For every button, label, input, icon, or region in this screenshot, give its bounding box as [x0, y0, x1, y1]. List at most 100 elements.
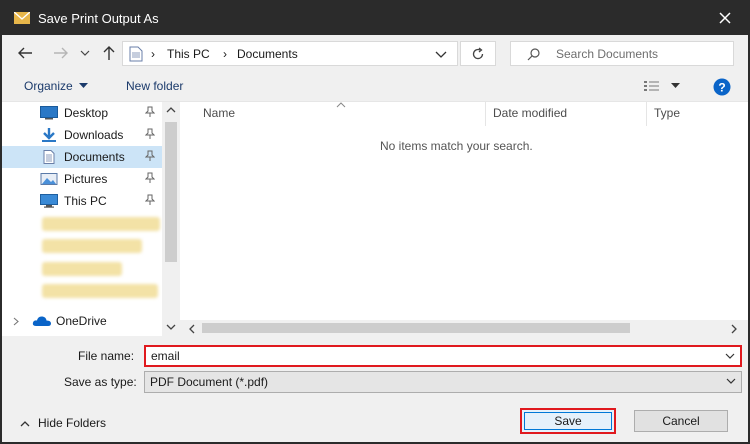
refresh-button[interactable]: [460, 41, 496, 66]
scroll-thumb[interactable]: [202, 323, 630, 333]
save-form: File name: email Save as type: PDF Docum…: [2, 336, 748, 442]
navigation-pane: Desktop Downloads Documents Pictures Thi…: [2, 102, 180, 336]
back-arrow-icon: [18, 47, 32, 59]
sidebar-item-pictures[interactable]: Pictures: [2, 168, 162, 190]
back-button[interactable]: [12, 43, 38, 63]
help-button[interactable]: ?: [713, 78, 731, 99]
breadcrumb-separator-icon: ›: [223, 47, 227, 61]
file-name-value: email: [151, 349, 180, 363]
column-header-type[interactable]: Type: [654, 106, 680, 120]
search-placeholder: Search Documents: [556, 47, 659, 61]
onedrive-icon: [32, 316, 51, 326]
navigation-bar: › This PC › Documents Search Documents: [2, 35, 748, 71]
blurred-folder-item[interactable]: [42, 239, 142, 253]
sort-ascending-icon: [336, 102, 346, 108]
title-bar: Save Print Output As: [2, 2, 748, 35]
pin-icon: [145, 150, 155, 161]
organize-menu[interactable]: Organize: [24, 79, 88, 93]
window-title: Save Print Output As: [38, 11, 159, 26]
pictures-icon: [40, 173, 58, 185]
sidebar-item-label: This PC: [64, 194, 107, 208]
sidebar-item-label: Downloads: [64, 128, 124, 142]
help-icon: ?: [713, 78, 731, 96]
forward-button[interactable]: [48, 43, 74, 63]
breadcrumb-this-pc[interactable]: This PC: [167, 47, 210, 61]
mail-icon: [14, 12, 30, 24]
pin-icon: [145, 172, 155, 183]
file-list: Name Date modified Type No items match y…: [180, 102, 748, 336]
close-icon: [719, 12, 731, 24]
details-view-icon: [644, 81, 659, 91]
desktop-icon: [40, 106, 58, 120]
save-button-label: Save: [554, 414, 582, 428]
svg-text:?: ?: [718, 81, 725, 95]
caret-down-icon: [78, 83, 88, 88]
save-as-type-select[interactable]: PDF Document (*.pdf): [144, 371, 742, 393]
refresh-icon: [472, 46, 484, 59]
column-header-name[interactable]: Name: [203, 106, 235, 120]
this-pc-icon: [40, 194, 58, 208]
hide-folders-label: Hide Folders: [38, 416, 107, 430]
sidebar-item-label: Desktop: [64, 106, 109, 120]
breadcrumb-separator-icon: ›: [151, 47, 155, 61]
sidebar-item-label: OneDrive: [56, 314, 107, 328]
blurred-folder-item[interactable]: [42, 284, 158, 298]
save-dialog: Save Print Output As › This PC › Documen…: [0, 0, 750, 444]
save-as-type-label: Save as type:: [64, 375, 137, 389]
blurred-folder-item[interactable]: [42, 262, 122, 276]
cancel-button[interactable]: Cancel: [634, 410, 728, 432]
sidebar-item-documents[interactable]: Documents: [2, 146, 162, 168]
sidebar-item-label: Pictures: [64, 172, 108, 186]
chevron-down-icon: [80, 50, 90, 56]
search-icon: [527, 48, 540, 61]
scroll-thumb[interactable]: [165, 122, 177, 262]
forward-arrow-icon: [54, 47, 68, 59]
view-options-button[interactable]: [643, 79, 680, 93]
breadcrumb-documents[interactable]: Documents: [237, 47, 298, 61]
up-arrow-icon: [103, 46, 115, 60]
organize-label: Organize: [24, 79, 73, 93]
column-header-date-modified[interactable]: Date modified: [493, 106, 567, 120]
scroll-left-arrow-icon[interactable]: [188, 324, 195, 334]
search-box[interactable]: Search Documents: [510, 41, 734, 66]
hide-folders-button[interactable]: Hide Folders: [20, 416, 106, 430]
chevron-right-icon: [13, 317, 19, 326]
new-folder-button[interactable]: New folder: [126, 79, 183, 93]
column-divider[interactable]: [646, 102, 647, 126]
file-name-input[interactable]: email: [144, 345, 742, 367]
scroll-up-arrow-icon[interactable]: [166, 106, 176, 113]
command-bar: Organize New folder ?: [2, 71, 748, 102]
blurred-folder-item[interactable]: [42, 217, 160, 231]
scroll-down-arrow-icon[interactable]: [166, 324, 176, 331]
pin-icon: [145, 106, 155, 117]
save-button-focus: Save: [524, 412, 612, 430]
sidebar-item-this-pc[interactable]: This PC: [2, 190, 162, 212]
navigation-pane-scrollbar[interactable]: [162, 102, 180, 336]
close-button[interactable]: [702, 2, 748, 35]
empty-message: No items match your search.: [380, 139, 533, 153]
sidebar-item-label: Documents: [64, 150, 125, 164]
chevron-up-icon: [20, 420, 30, 426]
save-as-type-value: PDF Document (*.pdf): [150, 375, 269, 389]
chevron-down-icon: [726, 378, 736, 384]
up-button[interactable]: [98, 43, 120, 63]
file-name-label: File name:: [78, 349, 135, 363]
save-button[interactable]: Save: [520, 408, 616, 434]
cancel-button-label: Cancel: [662, 414, 700, 428]
caret-down-icon: [671, 83, 680, 88]
documents-icon: [129, 46, 143, 62]
horizontal-scrollbar[interactable]: [180, 320, 748, 336]
download-icon: [42, 128, 56, 142]
sidebar-item-downloads[interactable]: Downloads: [2, 124, 162, 146]
pin-icon: [145, 194, 155, 205]
chevron-down-icon[interactable]: [435, 50, 447, 58]
sidebar-item-desktop[interactable]: Desktop: [2, 102, 162, 124]
chevron-down-icon[interactable]: [724, 350, 736, 362]
address-bar[interactable]: › This PC › Documents: [122, 41, 458, 66]
pin-icon: [145, 128, 155, 139]
sidebar-item-onedrive[interactable]: OneDrive: [2, 310, 162, 332]
scroll-right-arrow-icon[interactable]: [731, 324, 738, 334]
column-divider[interactable]: [485, 102, 486, 126]
recent-locations-button[interactable]: [78, 43, 92, 63]
documents-icon: [43, 150, 55, 164]
